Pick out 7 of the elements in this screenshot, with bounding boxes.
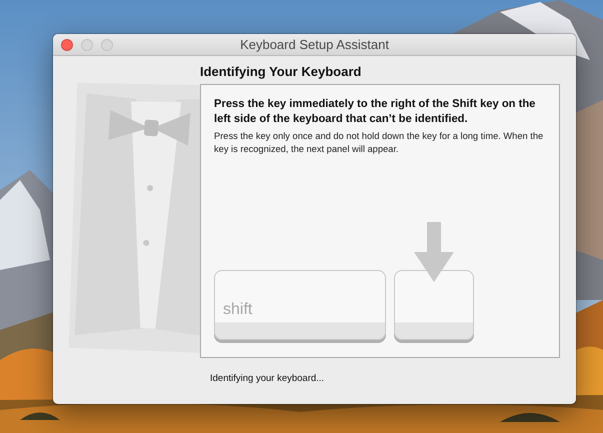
status-text: Identifying your keyboard... (210, 373, 326, 384)
section-heading: Identifying Your Keyboard (200, 64, 362, 79)
hint-text: Press the key only once and do not hold down the key for a long time. When the key is recognized, the next panel will appear. (214, 130, 544, 156)
window-title: Keyboard Setup Assistant (240, 37, 389, 52)
instruction-text: Press the key immediately to the right of the Shift key on the left side of the keyboard that can’t be identified. (214, 97, 536, 127)
shift-key: shift (214, 270, 386, 340)
close-button[interactable] (61, 39, 73, 51)
